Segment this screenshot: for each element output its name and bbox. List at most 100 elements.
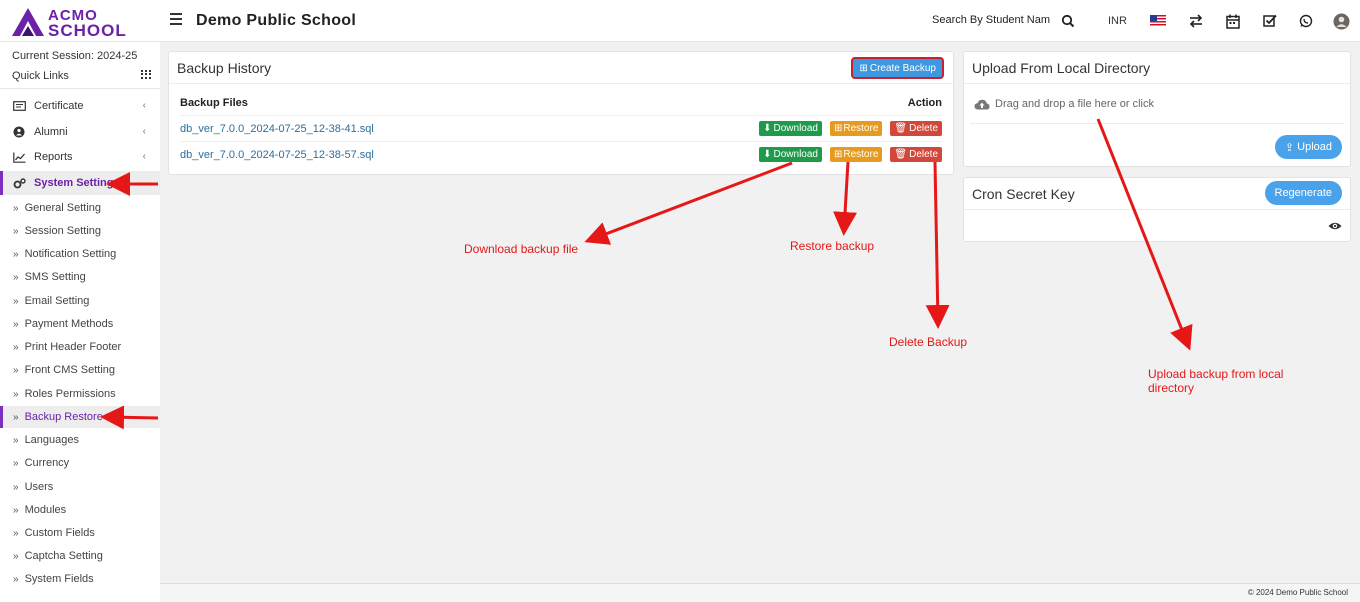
restore-button[interactable]: ⊞ Restore <box>829 121 883 136</box>
menu-toggle-icon[interactable] <box>170 13 182 27</box>
regenerate-button[interactable]: Regenerate <box>1264 181 1342 205</box>
backup-file-link[interactable]: db_ver_7.0.0_2024-07-25_12-38-57.sql <box>180 149 374 161</box>
task-checkbox-icon[interactable] <box>1263 12 1277 30</box>
school-name: Demo Public School <box>196 12 357 29</box>
sidebar-item-label: Alumni <box>34 126 68 138</box>
quick-links-grid-icon[interactable] <box>141 70 151 79</box>
download-icon: ⬇ <box>763 149 772 160</box>
download-button[interactable]: ⬇ Download <box>759 147 822 162</box>
alumni-icon <box>12 126 26 138</box>
restore-button[interactable]: ⊞ Restore <box>829 147 883 162</box>
school-logo[interactable]: ACMO SCHOOL <box>10 5 145 40</box>
backup-history-header: Backup History ⊞ Create Backup <box>169 52 953 84</box>
double-chevron-icon: » <box>13 434 19 446</box>
sidebar-subitem-label: Languages <box>24 434 80 446</box>
download-button[interactable]: ⬇ Download <box>759 121 822 136</box>
sidebar-item-label: Certificate <box>34 100 84 112</box>
sidebar-subitem-session-setting[interactable]: » Session Setting <box>0 220 160 242</box>
sidebar-item-alumni[interactable]: Alumni ‹ <box>0 120 160 144</box>
plus-square-icon: ⊞ <box>859 62 868 74</box>
us-flag-icon[interactable] <box>1150 12 1166 30</box>
sidebar-subitem-email-setting[interactable]: » Email Setting <box>0 290 160 312</box>
backup-file-link[interactable]: db_ver_7.0.0_2024-07-25_12-38-41.sql <box>180 123 374 135</box>
sidebar-subitem-label: Notification Setting <box>24 248 117 260</box>
upload-button[interactable]: ⇪ Upload <box>1274 135 1342 159</box>
delete-label: Delete <box>909 149 938 160</box>
annotation-download: Download backup file <box>464 242 579 256</box>
sidebar-item-reports[interactable]: Reports ‹ <box>0 145 160 169</box>
sidebar-subitem-label: Front CMS Setting <box>24 364 116 376</box>
sidebar-subitem-label: Users <box>24 481 54 493</box>
trash-icon: 🗑 <box>894 149 908 160</box>
upload-icon: ⇪ <box>1284 141 1295 154</box>
sidebar-subitem-backup-restore[interactable]: » Backup Restore <box>0 406 160 428</box>
whatsapp-icon[interactable] <box>1299 12 1313 30</box>
sidebar-subitem-general-setting[interactable]: » General Setting <box>0 197 160 219</box>
sidebar-subitem-front-cms-setting[interactable]: » Front CMS Setting <box>0 359 160 381</box>
sidebar-subitem-currency[interactable]: » Currency <box>0 452 160 474</box>
annotation-delete: Delete Backup <box>889 335 968 349</box>
double-chevron-icon: » <box>13 573 19 585</box>
trash-icon: 🗑 <box>894 123 908 134</box>
calendar-icon[interactable] <box>1226 12 1240 30</box>
panel-title: Backup History <box>177 59 272 76</box>
quick-links-label[interactable]: Quick Links <box>12 70 69 82</box>
switch-arrows-icon[interactable] <box>1189 12 1203 30</box>
double-chevron-icon: » <box>13 341 19 353</box>
upload-label: Upload <box>1297 141 1332 153</box>
backup-history-panel: Backup History ⊞ Create Backup Backup Fi… <box>168 51 954 175</box>
create-backup-label: Create Backup <box>869 62 936 74</box>
current-session: Current Session: 2024-25 <box>12 50 138 62</box>
double-chevron-icon: » <box>13 295 19 307</box>
annotation-upload: Upload backup from local directory <box>1148 367 1283 395</box>
sidebar-subitem-label: Modules <box>24 504 67 516</box>
sidebar-subitem-custom-fields[interactable]: » Custom Fields <box>0 522 160 544</box>
restore-label: Restore <box>843 149 879 160</box>
sidebar-item-certificate[interactable]: Certificate ‹ <box>0 94 160 118</box>
currency-selector[interactable]: INR <box>1108 15 1127 27</box>
sidebar-subitem-label: Email Setting <box>24 295 90 307</box>
action-column-header: Action <box>907 97 942 109</box>
upload-panel: Upload From Local Directory Drag and dro… <box>963 51 1351 167</box>
certificate-icon <box>12 100 26 112</box>
sidebar-item-system-setting[interactable]: System Setting <box>0 171 160 195</box>
sidebar-subitem-label: Roles Permissions <box>24 388 116 400</box>
sidebar-subitem-roles-permissions[interactable]: » Roles Permissions <box>0 383 160 405</box>
sidebar-subitem-users[interactable]: » Users <box>0 476 160 498</box>
sidebar-subitem-print-header-footer[interactable]: » Print Header Footer <box>0 336 160 358</box>
table-row: db_ver_7.0.0_2024-07-25_12-38-41.sql ⬇ Do… <box>180 115 942 141</box>
sidebar-subitem-modules[interactable]: » Modules <box>0 499 160 521</box>
sidebar-subitem-system-fields[interactable]: » System Fields <box>0 568 160 590</box>
double-chevron-icon: » <box>13 411 19 423</box>
sidebar-subitem-label: Payment Methods <box>24 318 114 330</box>
sidebar-subitem-languages[interactable]: » Languages <box>0 429 160 451</box>
restore-label: Restore <box>843 123 879 134</box>
double-chevron-icon: » <box>13 550 19 562</box>
eye-icon[interactable] <box>1328 220 1342 234</box>
panel-title: Upload From Local Directory <box>972 59 1151 76</box>
sidebar-subitem-label: Print Header Footer <box>24 341 122 353</box>
double-chevron-icon: » <box>13 364 19 376</box>
create-backup-button[interactable]: ⊞ Create Backup <box>851 57 944 79</box>
sidebar: Current Session: 2024-25 Quick Links Cer… <box>0 42 160 602</box>
double-chevron-icon: » <box>13 388 19 400</box>
download-label: Download <box>773 123 818 134</box>
double-chevron-icon: » <box>13 457 19 469</box>
download-icon: ⬇ <box>763 123 772 134</box>
user-avatar[interactable] <box>1333 12 1350 30</box>
sidebar-subitem-label: Custom Fields <box>24 527 95 539</box>
sidebar-subitem-payment-methods[interactable]: » Payment Methods <box>0 313 160 335</box>
chevron-left-icon: ‹ <box>142 100 146 111</box>
delete-button[interactable]: 🗑 Delete <box>890 147 942 162</box>
download-label: Download <box>773 149 818 160</box>
sidebar-subitem-label: SMS Setting <box>24 271 86 283</box>
sidebar-subitem-label: Currency <box>24 457 70 469</box>
student-search-input[interactable]: Search By Student Nam <box>932 14 1052 26</box>
sidebar-subitem-captcha-setting[interactable]: » Captcha Setting <box>0 545 160 567</box>
delete-button[interactable]: 🗑 Delete <box>890 121 942 136</box>
search-icon[interactable] <box>1061 12 1075 30</box>
file-dropzone[interactable]: Drag and drop a file here or click <box>974 98 1154 110</box>
plus-square-icon: ⊞ <box>833 149 843 160</box>
sidebar-subitem-notification-setting[interactable]: » Notification Setting <box>0 243 160 265</box>
sidebar-subitem-sms-setting[interactable]: » SMS Setting <box>0 266 160 288</box>
